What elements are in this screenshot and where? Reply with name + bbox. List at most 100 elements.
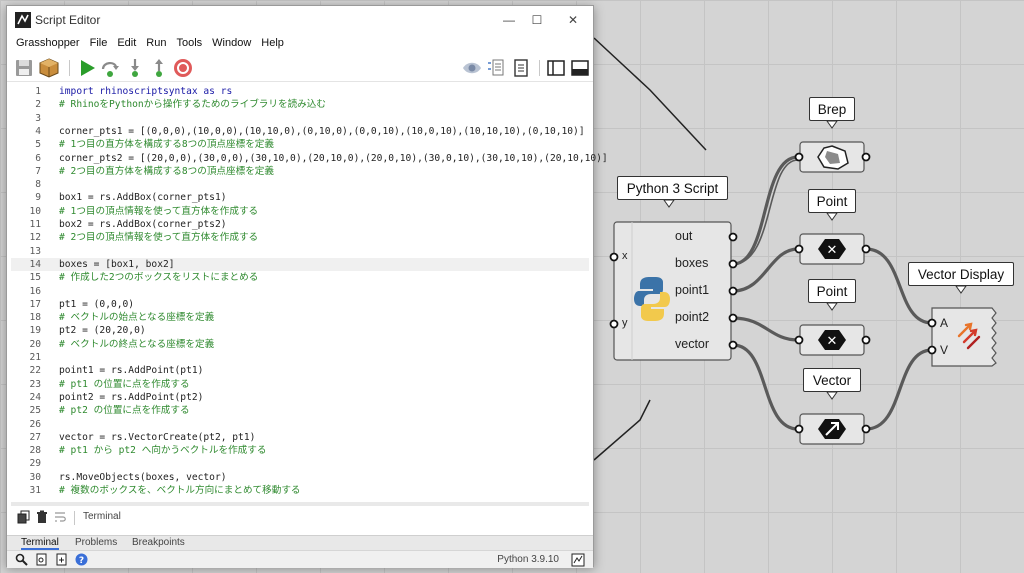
- code-line[interactable]: 10 # 1つ目の頂点情報を使って直方体を作成する: [11, 205, 589, 218]
- code-line[interactable]: 30 rs.MoveObjects(boxes, vector): [11, 471, 589, 484]
- tab-breakpoints[interactable]: Breakpoints: [132, 537, 185, 548]
- vector-output-port[interactable]: [861, 424, 871, 434]
- tab-problems[interactable]: Problems: [75, 537, 117, 548]
- code-line[interactable]: 6 corner_pts2 = [(20,0,0),(30,0,0),(30,10…: [11, 152, 608, 165]
- balloon-pointer: [826, 120, 838, 129]
- word-wrap-icon[interactable]: [53, 510, 67, 524]
- trash-icon[interactable]: [35, 510, 49, 524]
- code-line[interactable]: 29: [11, 457, 589, 470]
- toggle-panel-icon[interactable]: [569, 57, 591, 79]
- tab-terminal[interactable]: Terminal: [21, 537, 59, 550]
- terminal-toolbar-separator: [74, 511, 75, 525]
- code-line[interactable]: 23 # pt1 の位置に点を作成する: [11, 378, 589, 391]
- code-line[interactable]: 12 # 2つ目の頂点情報を使って直方体を作成する: [11, 231, 589, 244]
- code-line[interactable]: 14 boxes = [box1, box2]: [11, 257, 589, 272]
- point1-output-port[interactable]: [861, 244, 871, 254]
- close-button[interactable]: ✕: [553, 6, 593, 33]
- code-text: box1 = rs.AddBox(corner_pts1): [59, 192, 227, 204]
- code-line[interactable]: 19 pt2 = (20,20,0): [11, 324, 589, 337]
- python-output-out-port[interactable]: [728, 232, 738, 242]
- code-comment: # 1つ目の頂点情報を使って直方体を作成する: [59, 205, 259, 217]
- brep-output-port[interactable]: [861, 152, 871, 162]
- stop-icon[interactable]: [172, 57, 194, 79]
- python-output-vector-port[interactable]: [728, 340, 738, 350]
- code-line[interactable]: 31 # 複数のボックスを、ベクトル方向にまとめて移動する: [11, 484, 589, 497]
- display-input-a-port[interactable]: [927, 318, 937, 328]
- menu-window[interactable]: Window: [207, 37, 256, 49]
- point2-output-port[interactable]: [861, 335, 871, 345]
- help-icon[interactable]: ?: [75, 553, 88, 566]
- run-icon[interactable]: [76, 57, 98, 79]
- python-output-point1-port[interactable]: [728, 286, 738, 296]
- code-line[interactable]: 8: [11, 178, 589, 191]
- menu-grasshopper[interactable]: Grasshopper: [11, 37, 85, 49]
- title-bar[interactable]: Script Editor — ☐ ✕: [7, 6, 593, 33]
- save-icon[interactable]: [13, 57, 35, 79]
- code-line[interactable]: 16: [11, 285, 589, 298]
- package-icon[interactable]: [38, 57, 60, 79]
- menu-edit[interactable]: Edit: [112, 37, 141, 49]
- python-output-point2-port[interactable]: [728, 313, 738, 323]
- line-number: 24: [29, 391, 41, 403]
- vector-input-port[interactable]: [794, 424, 804, 434]
- search-icon[interactable]: [15, 553, 28, 566]
- code-line[interactable]: 9 box1 = rs.AddBox(corner_pts1): [11, 191, 589, 204]
- line-number: 31: [29, 485, 41, 496]
- code-text: corner_pts2 = [(20,0,0),(30,0,0),(30,10,…: [59, 152, 608, 164]
- bottom-panel-tabs: Terminal Problems Breakpoints: [7, 535, 593, 550]
- vector-balloon: Vector: [803, 368, 861, 392]
- python-input-y-label: y: [622, 317, 628, 329]
- panel-splitter[interactable]: [11, 502, 589, 506]
- point1-input-port[interactable]: [794, 244, 804, 254]
- menu-help[interactable]: Help: [256, 37, 289, 49]
- point2-input-port[interactable]: [794, 335, 804, 345]
- wire-point1-to-point: [731, 247, 800, 293]
- code-line[interactable]: 2 # RhinoをPythonから操作するためのライブラリを読み込む: [11, 98, 589, 111]
- code-line[interactable]: 13: [11, 245, 589, 258]
- code-line[interactable]: 1 import rhinoscriptsyntax as rs: [11, 85, 589, 98]
- code-line[interactable]: 3: [11, 112, 589, 125]
- code-line[interactable]: 28 # pt1 から pt2 へ向かうベクトルを作成する: [11, 444, 589, 457]
- python-output-boxes-label: boxes: [675, 256, 709, 270]
- code-comment: # 2つ目の直方体を構成する8つの頂点座標を定義: [59, 165, 274, 177]
- preview-eye-icon[interactable]: [461, 57, 483, 79]
- python-output-boxes-port[interactable]: [728, 259, 738, 269]
- settings-panel-icon[interactable]: [571, 553, 585, 567]
- code-line[interactable]: 5 # 1つ目の直方体を構成する8つの頂点座標を定義: [11, 138, 589, 151]
- code-line[interactable]: 26: [11, 418, 589, 431]
- menu-run[interactable]: Run: [141, 37, 171, 49]
- line-number: 30: [29, 471, 41, 483]
- code-line[interactable]: 20 # ベクトルの終点となる座標を定義: [11, 338, 589, 351]
- code-line[interactable]: 18 # ベクトルの始点となる座標を定義: [11, 311, 589, 324]
- code-line[interactable]: 27 vector = rs.VectorCreate(pt2, pt1): [11, 431, 589, 444]
- copy-icon[interactable]: [17, 510, 31, 524]
- file-add-icon[interactable]: [55, 553, 68, 566]
- code-line[interactable]: 22 point1 = rs.AddPoint(pt1): [11, 364, 589, 377]
- step-out-icon[interactable]: [148, 57, 170, 79]
- file-search-icon[interactable]: [35, 553, 48, 566]
- toggle-sidebar-icon[interactable]: [545, 57, 567, 79]
- python-input-x-port[interactable]: [609, 252, 619, 262]
- references-icon[interactable]: [486, 57, 508, 79]
- code-line[interactable]: 4 corner_pts1 = [(0,0,0),(10,0,0),(10,10,…: [11, 125, 589, 138]
- code-line[interactable]: 21: [11, 351, 589, 364]
- menu-tools[interactable]: Tools: [171, 37, 207, 49]
- step-into-icon[interactable]: [124, 57, 146, 79]
- code-line[interactable]: 15 # 作成した2つのボックスをリストにまとめる: [11, 271, 589, 284]
- code-comment: # 複数のボックスを、ベクトル方向にまとめて移動する: [59, 485, 301, 496]
- python-input-y-port[interactable]: [609, 319, 619, 329]
- step-over-icon[interactable]: [99, 57, 121, 79]
- menu-file[interactable]: File: [85, 37, 113, 49]
- code-line[interactable]: 11 box2 = rs.AddBox(corner_pts2): [11, 218, 589, 231]
- code-line[interactable]: 24 point2 = rs.AddPoint(pt2): [11, 391, 589, 404]
- code-line[interactable]: 25 # pt2 の位置に点を作成する: [11, 404, 589, 417]
- document-icon[interactable]: [510, 57, 532, 79]
- code-line[interactable]: 7 # 2つ目の直方体を構成する8つの頂点座標を定義: [11, 165, 589, 178]
- maximize-button[interactable]: ☐: [517, 6, 557, 33]
- code-comment: # RhinoをPythonから操作するためのライブラリを読み込む: [59, 99, 326, 111]
- code-line[interactable]: 17 pt1 = (0,0,0): [11, 298, 589, 311]
- code-editor[interactable]: 1 import rhinoscriptsyntax as rs 2 # Rhinoを…: [11, 82, 608, 502]
- display-input-v-port[interactable]: [927, 345, 937, 355]
- code-text: point2 = rs.AddPoint(pt2): [59, 391, 204, 403]
- brep-input-port[interactable]: [794, 152, 804, 162]
